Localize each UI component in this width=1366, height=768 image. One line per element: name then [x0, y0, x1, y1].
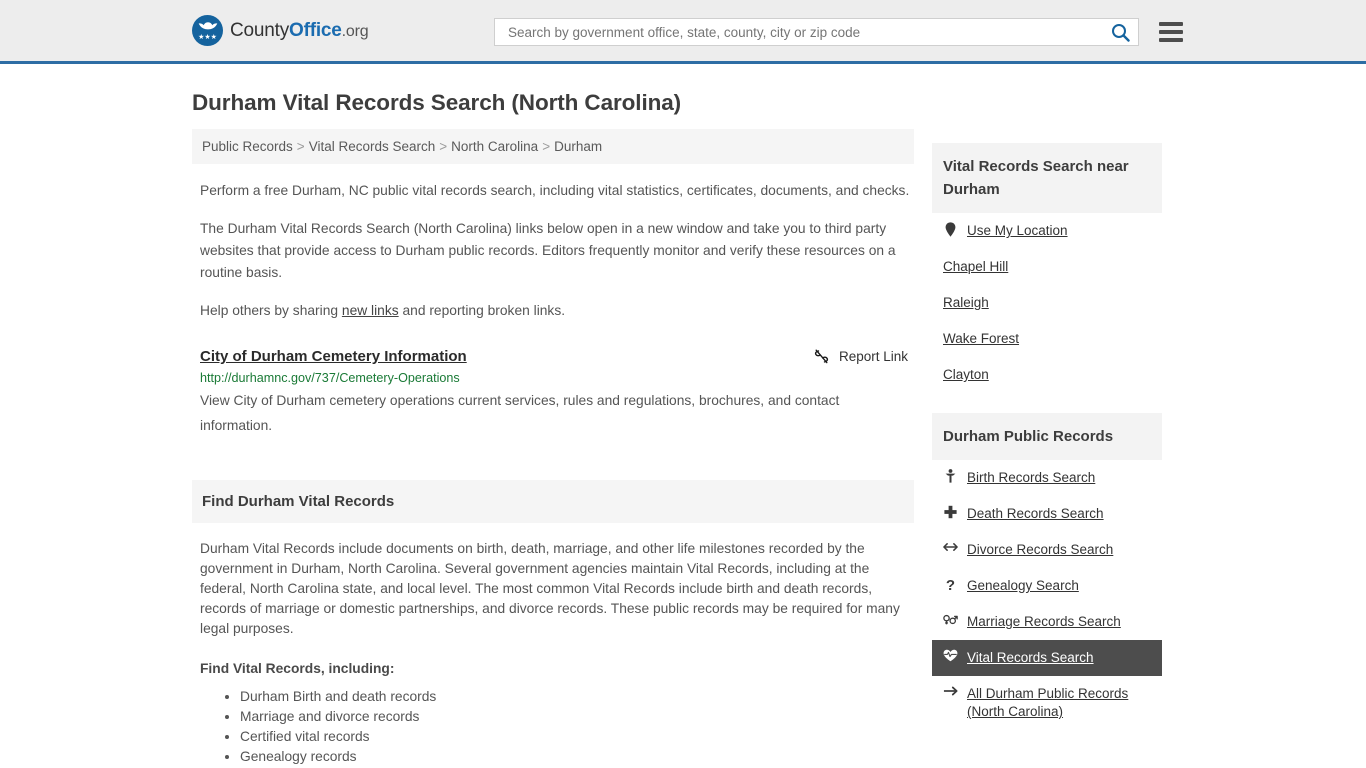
logo-wordmark: CountyOffice.org	[230, 19, 369, 42]
intro-paragraph-2: The Durham Vital Records Search (North C…	[200, 221, 896, 280]
sidebar-link-label[interactable]: All Durham Public Records (North Carolin…	[967, 685, 1151, 721]
panel-nearby-heading: Vital Records Search near Durham	[932, 143, 1162, 213]
panel-public-records: Durham Public Records Birth Records Sear…	[932, 413, 1162, 730]
page-container: Durham Vital Records Search (North Carol…	[0, 90, 1366, 767]
logo-suffix: .org	[341, 22, 369, 40]
share-paragraph: Help others by sharing new links and rep…	[200, 300, 912, 322]
panel-nearby-searches: Vital Records Search near Durham Use My …	[932, 143, 1162, 393]
hamburger-menu-icon[interactable]	[1159, 22, 1183, 42]
map-pin-icon	[943, 222, 958, 237]
sidebar-item-chapel-hill[interactable]: Chapel Hill	[932, 249, 1162, 285]
content-columns: Public Records > Vital Records Search > Nort…	[192, 129, 1174, 767]
section-paragraph: Durham Vital Records include documents o…	[200, 541, 900, 636]
breadcrumb-separator: >	[296, 139, 305, 154]
section-body: Durham Vital Records include documents o…	[192, 539, 914, 767]
logo-accent: Office	[289, 19, 342, 41]
sidebar-link-label[interactable]: Divorce Records Search	[967, 541, 1113, 559]
sidebar-link-label[interactable]: Genealogy Search	[967, 577, 1079, 595]
section-heading: Find Durham Vital Records	[192, 480, 914, 523]
site-header: ★★★ CountyOffice.org	[0, 0, 1366, 64]
logo-stars: ★★★	[198, 34, 217, 41]
main-column: Public Records > Vital Records Search > Nort…	[192, 129, 914, 767]
sidebar-item-all-public-records[interactable]: All Durham Public Records (North Carolin…	[932, 676, 1162, 730]
sidebar-item-marriage-records[interactable]: Marriage Records Search	[932, 604, 1162, 640]
cross-icon	[943, 505, 958, 519]
question-mark-icon: ?	[945, 577, 956, 594]
panel-public-records-list: Birth Records Search Death Records Searc…	[932, 460, 1162, 730]
breadcrumb-separator: >	[439, 139, 448, 154]
logo-prefix: County	[230, 19, 290, 41]
listing-description: View City of Durham cemetery operations …	[200, 393, 840, 433]
report-link-label: Report Link	[838, 349, 908, 364]
sidebar-link-label[interactable]: Vital Records Search	[967, 649, 1094, 667]
breadcrumb-item-durham[interactable]: Durham	[554, 139, 602, 154]
list-item: Genealogy records	[240, 747, 906, 767]
find-records-section: Find Durham Vital Records Durham Vital R…	[192, 480, 914, 767]
sidebar-link-label[interactable]: Wake Forest	[943, 330, 1019, 348]
list-item: Marriage and divorce records	[240, 707, 906, 727]
breadcrumb-item-public-records[interactable]: Public Records	[202, 139, 293, 154]
hamburger-bar	[1159, 22, 1183, 26]
header-search-zone	[494, 18, 1183, 46]
listing-url[interactable]: http://durhamnc.gov/737/Cemetery-Operati…	[200, 371, 914, 385]
hamburger-bar	[1159, 30, 1183, 34]
search-input[interactable]	[506, 23, 1109, 41]
breadcrumb-item-vital-records-search[interactable]: Vital Records Search	[309, 139, 436, 154]
sidebar-link-label[interactable]: Clayton	[943, 366, 989, 384]
sidebar-item-genealogy[interactable]: ? Genealogy Search	[932, 568, 1162, 604]
intro-paragraph-1: Perform a free Durham, NC public vital r…	[200, 183, 910, 198]
search-icon	[1112, 23, 1130, 42]
breadcrumb-item-north-carolina[interactable]: North Carolina	[451, 139, 538, 154]
panel-nearby-list: Use My Location Chapel Hill Raleigh Wake…	[932, 213, 1162, 393]
listing-result: City of Durham Cemetery Information Repo…	[200, 348, 914, 438]
heartbeat-icon	[943, 649, 958, 662]
panel-public-records-heading: Durham Public Records	[932, 413, 1162, 460]
sidebar-item-death-records[interactable]: Death Records Search	[932, 496, 1162, 532]
share-suffix: and reporting broken links.	[398, 303, 566, 318]
breadcrumb-separator: >	[542, 139, 551, 154]
eagle-glyph	[198, 22, 217, 30]
list-item: Durham Birth and death records	[240, 687, 906, 707]
sidebar-item-raleigh[interactable]: Raleigh	[932, 285, 1162, 321]
section-list: Durham Birth and death records Marriage …	[200, 687, 906, 767]
search-box[interactable]	[494, 18, 1139, 46]
search-button[interactable]	[1109, 23, 1132, 42]
broken-link-icon	[814, 349, 829, 364]
sidebar-item-birth-records[interactable]: Birth Records Search	[932, 460, 1162, 496]
sidebar-item-vital-records[interactable]: Vital Records Search	[932, 640, 1162, 676]
arrow-right-icon	[943, 685, 958, 697]
sidebar-link-label[interactable]: Use My Location	[967, 222, 1068, 240]
sidebar-item-use-my-location[interactable]: Use My Location	[932, 213, 1162, 249]
listing-header-row: City of Durham Cemetery Information Repo…	[200, 348, 914, 365]
new-links-link[interactable]: new links	[342, 303, 399, 318]
hamburger-bar	[1159, 38, 1183, 42]
sidebar: Vital Records Search near Durham Use My …	[932, 129, 1162, 750]
sidebar-link-label[interactable]: Raleigh	[943, 294, 989, 312]
eagle-shield-icon: ★★★	[192, 15, 223, 46]
baby-icon	[943, 469, 958, 483]
listing-title-link[interactable]: City of Durham Cemetery Information	[200, 348, 467, 365]
breadcrumb: Public Records > Vital Records Search > Nort…	[192, 129, 914, 164]
venus-mars-icon	[943, 613, 958, 626]
list-item: Certified vital records	[240, 727, 906, 747]
site-logo[interactable]: ★★★ CountyOffice.org	[192, 15, 369, 46]
sidebar-link-label[interactable]: Chapel Hill	[943, 258, 1008, 276]
page-title: Durham Vital Records Search (North Carol…	[192, 90, 682, 115]
report-link-button[interactable]: Report Link	[813, 348, 908, 365]
sidebar-item-divorce-records[interactable]: Divorce Records Search	[932, 532, 1162, 568]
arrows-left-right-icon	[943, 541, 958, 553]
sidebar-item-clayton[interactable]: Clayton	[932, 357, 1162, 393]
section-list-lead: Find Vital Records, including:	[200, 661, 395, 676]
share-prefix: Help others by sharing	[200, 303, 342, 318]
sidebar-item-wake-forest[interactable]: Wake Forest	[932, 321, 1162, 357]
sidebar-link-label[interactable]: Marriage Records Search	[967, 613, 1121, 631]
sidebar-link-label[interactable]: Death Records Search	[967, 505, 1104, 523]
sidebar-link-label[interactable]: Birth Records Search	[967, 469, 1095, 487]
